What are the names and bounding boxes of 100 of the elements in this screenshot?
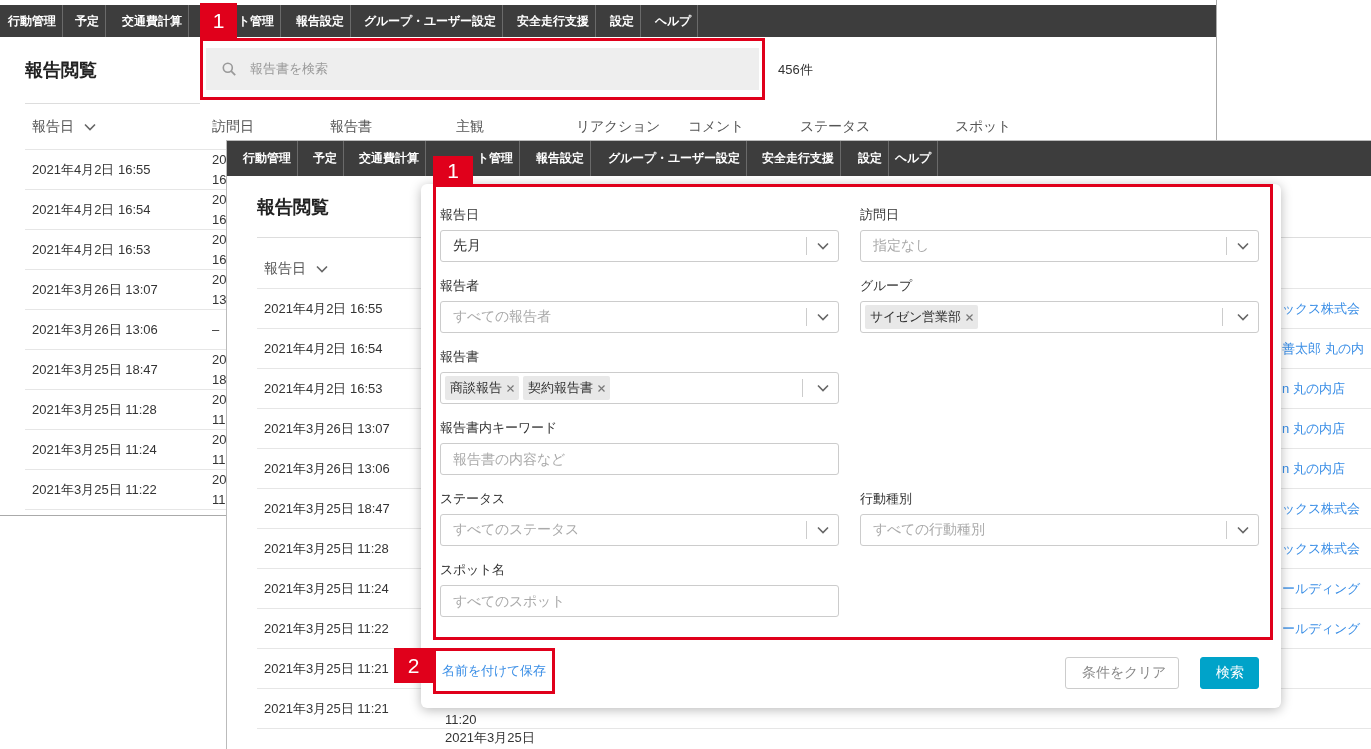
nav-menu-item[interactable]: グループ・ユーザー設定 bbox=[591, 141, 747, 176]
annotation-badge: 2 bbox=[394, 648, 433, 683]
table-cell: 2021年3月26日 13:07 bbox=[264, 419, 390, 438]
table-cell-text: 20 11 bbox=[212, 431, 227, 469]
chevron-down-icon bbox=[816, 384, 829, 392]
nav-menu-item[interactable]: ヘルプ bbox=[889, 141, 938, 176]
text-field[interactable]: 報告書の内容など bbox=[440, 443, 839, 475]
column-header[interactable]: 訪問日 bbox=[212, 117, 254, 136]
table-cell: 2021年3月25日 bbox=[445, 729, 535, 747]
spot-link[interactable]: ールディング bbox=[1282, 579, 1360, 598]
column-header[interactable]: スポット bbox=[955, 117, 1011, 136]
table-cell-text: 20 16 bbox=[212, 231, 227, 269]
column-header[interactable]: 報告日 bbox=[32, 117, 96, 136]
annotation-badge: 1 bbox=[433, 156, 473, 186]
table-cell: 11:20 bbox=[445, 712, 477, 728]
chevron-down-icon bbox=[1236, 242, 1249, 250]
nav-menu-item[interactable]: 行動管理 bbox=[0, 5, 63, 37]
table-cell: 2021年3月26日 13:06 bbox=[264, 459, 390, 478]
remove-icon bbox=[598, 384, 605, 392]
chevron-down-icon bbox=[816, 526, 829, 534]
nav-menu-item[interactable]: ヘルプ bbox=[641, 5, 698, 37]
nav-menu-item[interactable]: 交通費計算 bbox=[106, 5, 189, 37]
table-cell: 2021年4月2日 16:53 bbox=[32, 241, 151, 259]
tag-chip[interactable]: サイゼン営業部 bbox=[865, 305, 978, 329]
table-cell: 2021年3月25日 11:24 bbox=[264, 579, 389, 598]
table-cell: 2021年3月25日 11:22 bbox=[264, 619, 389, 638]
spot-link[interactable]: ックス株式会 bbox=[1282, 539, 1360, 558]
text-field[interactable]: すべてのスポット bbox=[440, 585, 839, 617]
table-cell: 2021年3月25日 11:22 bbox=[32, 481, 157, 499]
tag-chip[interactable]: 商談報告 bbox=[445, 376, 519, 400]
nav-menu-item[interactable]: グループ・ユーザー設定 bbox=[351, 5, 503, 37]
spot-link[interactable]: ックス株式会 bbox=[1282, 299, 1360, 318]
table-cell: 2021年3月25日 11:28 bbox=[32, 401, 157, 419]
field-label: グループ bbox=[860, 278, 914, 295]
field-label: 報告者 bbox=[440, 278, 480, 295]
table-cell: 2021年4月2日 16:55 bbox=[32, 161, 151, 179]
table-cell-text: 20 11 bbox=[212, 471, 227, 509]
column-header[interactable]: 主観 bbox=[456, 117, 484, 136]
nav-menu-item[interactable]: 予定 bbox=[63, 5, 106, 37]
remove-icon bbox=[966, 313, 973, 321]
table-cell: 2021年3月25日 18:47 bbox=[32, 361, 158, 379]
table-cell-text: 20 16 bbox=[212, 191, 227, 229]
table-cell: 2021年3月25日 11:21 bbox=[264, 699, 389, 718]
nav-menu-item[interactable]: 報告設定 bbox=[281, 5, 351, 37]
column-header[interactable]: リアクション bbox=[576, 117, 660, 136]
chevron-down-icon bbox=[816, 313, 829, 321]
field-label: 報告日 bbox=[440, 207, 480, 224]
clear-button[interactable]: 条件をクリア bbox=[1065, 657, 1179, 689]
field-label: 訪問日 bbox=[860, 207, 900, 224]
table-cell: 2021年4月2日 16:55 bbox=[264, 299, 383, 318]
nav-menu-item[interactable]: 予定 bbox=[298, 141, 344, 176]
spot-link[interactable]: 善太郎 丸の内 bbox=[1282, 339, 1364, 358]
result-count: 456件 bbox=[778, 61, 813, 79]
nav-menu-item[interactable]: 安全走行支援 bbox=[503, 5, 596, 37]
nav-menu-item[interactable]: 報告設定 bbox=[520, 141, 591, 176]
table-cell: 2021年3月25日 11:28 bbox=[264, 539, 389, 558]
dropdown-field[interactable]: 先月 bbox=[440, 230, 839, 262]
field-label: 報告書 bbox=[440, 349, 480, 366]
table-cell-text: 20 16 bbox=[212, 151, 227, 189]
column-header[interactable]: 報告書 bbox=[330, 117, 372, 136]
nav-menu-item[interactable]: 行動管理 bbox=[227, 141, 298, 176]
field-label: スポット名 bbox=[440, 562, 506, 579]
table-cell: 2021年4月2日 16:54 bbox=[32, 201, 151, 219]
table-cell-text: 20 11 bbox=[212, 391, 227, 429]
tag-chip[interactable]: 契約報告書 bbox=[523, 376, 610, 400]
table-cell-text: 20 18 bbox=[212, 351, 227, 389]
spot-link[interactable]: ールディング bbox=[1282, 619, 1360, 638]
field-label: 報告書内キーワード bbox=[440, 420, 558, 437]
save-with-name-link[interactable]: 名前を付けて保存 bbox=[442, 662, 546, 680]
table-cell: 2021年3月25日 18:47 bbox=[264, 499, 390, 518]
nav-menu-item[interactable]: 設定 bbox=[596, 5, 641, 37]
column-header[interactable]: 報告日 bbox=[264, 260, 328, 278]
field-label: ステータス bbox=[440, 491, 506, 508]
table-cell: 2021年3月26日 13:07 bbox=[32, 281, 158, 299]
page-title: 報告閲覧 bbox=[25, 59, 98, 82]
spot-link[interactable]: ックス株式会 bbox=[1282, 499, 1360, 518]
nav-menu-item[interactable]: 安全走行支援 bbox=[747, 141, 841, 176]
multi-select-field[interactable]: サイゼン営業部 bbox=[860, 301, 1259, 333]
remove-icon bbox=[507, 384, 514, 392]
spot-link[interactable]: n 丸の内店 bbox=[1282, 459, 1345, 478]
table-cell: 2021年3月25日 11:21 bbox=[264, 659, 389, 678]
table-cell-text: 20 13 bbox=[212, 271, 227, 309]
column-header[interactable]: ステータス bbox=[800, 117, 870, 136]
field-label: 行動種別 bbox=[860, 491, 913, 508]
search-icon bbox=[222, 62, 236, 76]
chevron-down-icon bbox=[1236, 313, 1249, 321]
page-title: 報告閲覧 bbox=[257, 195, 329, 219]
table-cell-text: – bbox=[212, 320, 220, 339]
multi-select-field[interactable]: 商談報告 契約報告書 bbox=[440, 372, 839, 404]
spot-link[interactable]: n 丸の内店 bbox=[1282, 379, 1345, 398]
chevron-down-icon bbox=[1236, 526, 1249, 534]
nav-menu-item[interactable]: 交通費計算 bbox=[344, 141, 426, 176]
table-cell: 2021年4月2日 16:53 bbox=[264, 379, 383, 398]
nav-menu-item[interactable]: 設定 bbox=[841, 141, 889, 176]
column-header[interactable]: コメント bbox=[688, 117, 744, 136]
spot-link[interactable]: n 丸の内店 bbox=[1282, 419, 1345, 438]
table-cell: 2021年3月25日 11:24 bbox=[32, 441, 157, 459]
table-cell: 2021年3月26日 13:06 bbox=[32, 320, 158, 339]
chevron-down-icon bbox=[816, 242, 829, 250]
table-cell: 2021年4月2日 16:54 bbox=[264, 339, 383, 358]
